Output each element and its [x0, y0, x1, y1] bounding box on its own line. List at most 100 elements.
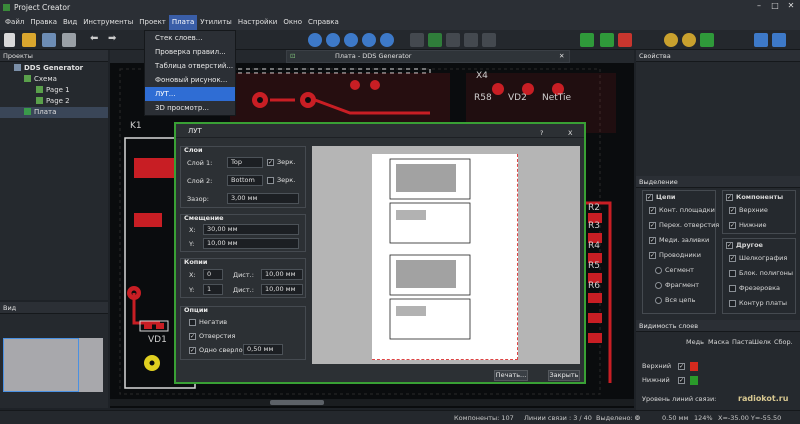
grid-net-icon[interactable] [464, 33, 478, 47]
one-drill-input[interactable]: 0,50 мм [243, 344, 283, 355]
copies-dx-input[interactable]: 10,00 мм [261, 269, 303, 280]
negative-checkbox[interactable] [189, 319, 196, 326]
menu-item-design-rules[interactable]: Проверка правил... [145, 45, 235, 59]
tracks-checkbox[interactable]: ✓ [649, 252, 656, 259]
fragment-radio[interactable] [655, 282, 662, 289]
close-button[interactable]: Закрыть [548, 370, 580, 381]
menu-item-background[interactable]: Фоновый рисунок... [145, 73, 235, 87]
title-bar: Project Creator – □ ✕ [0, 0, 800, 15]
menu-item-3d-view[interactable]: 3D просмотр... [145, 101, 235, 115]
pad-icon[interactable] [682, 33, 696, 47]
silkscreen-checkbox[interactable]: ✓ [729, 255, 736, 262]
route-icon[interactable] [618, 33, 632, 47]
horizontal-scrollbar[interactable] [110, 399, 634, 406]
gap-input[interactable]: 3,00 мм [227, 193, 299, 204]
holes-checkbox[interactable]: ✓ [189, 333, 196, 340]
whole-net-radio[interactable] [655, 297, 662, 304]
print-icon[interactable] [62, 33, 76, 47]
tree-item-page2[interactable]: Page 2 [0, 96, 108, 107]
other-checkbox[interactable]: ✓ [726, 242, 733, 249]
scrollbar-thumb[interactable] [270, 400, 324, 405]
open-folder-icon[interactable] [22, 33, 36, 47]
menu-item-layer-stack[interactable]: Стек слоев... [145, 31, 235, 45]
layers-title: Слои [184, 146, 203, 154]
zoom-in-icon[interactable] [308, 33, 322, 47]
undo-icon[interactable]: ⬅ [90, 33, 104, 47]
tree-item-project[interactable]: DDS Generator [0, 63, 108, 74]
grid-drc-icon[interactable] [482, 33, 496, 47]
top-components-checkbox[interactable]: ✓ [729, 207, 736, 214]
minimize-icon[interactable]: – [752, 1, 766, 13]
measure-icon[interactable] [772, 33, 786, 47]
chains-checkbox[interactable]: ✓ [646, 194, 653, 201]
top-copper-color[interactable] [690, 362, 698, 371]
menu-item-drill-table[interactable]: Таблица отверстий... [145, 59, 235, 73]
menu-view[interactable]: Вид [60, 15, 80, 30]
save-icon[interactable] [42, 33, 56, 47]
offset-y-input[interactable]: 10,00 мм [203, 238, 299, 249]
grid-gen-icon[interactable] [428, 33, 442, 47]
zoom-out-icon[interactable] [326, 33, 340, 47]
tree-item-schematic[interactable]: Схема [0, 74, 108, 85]
keepout-checkbox[interactable] [729, 270, 736, 277]
vias-checkbox[interactable]: ✓ [649, 222, 656, 229]
pads-checkbox[interactable]: ✓ [649, 207, 656, 214]
status-zoom: 124% [694, 414, 713, 422]
menu-utilities[interactable]: Утилиты [197, 15, 235, 30]
offset-x-input[interactable]: 30,00 мм [203, 224, 299, 235]
menu-settings[interactable]: Настройки [235, 15, 281, 30]
layer2-select[interactable]: Bottom [227, 175, 263, 186]
menu-board[interactable]: Плата [168, 15, 198, 30]
zoom-window-icon[interactable] [362, 33, 376, 47]
menu-item-lut[interactable]: ЛУТ... [145, 87, 235, 101]
mirror1-checkbox[interactable]: ✓ [267, 159, 274, 166]
tree-item-page1[interactable]: Page 1 [0, 85, 108, 96]
via-icon[interactable] [664, 33, 678, 47]
line-icon[interactable] [754, 33, 768, 47]
layer-bottom-icon[interactable] [600, 33, 614, 47]
zoom-fit-icon[interactable] [344, 33, 358, 47]
menu-tools[interactable]: Инструменты [80, 15, 136, 30]
menu-edit[interactable]: Правка [27, 15, 60, 30]
copper-fill-checkbox[interactable]: ✓ [649, 237, 656, 244]
mirror2-checkbox[interactable] [267, 177, 274, 184]
copies-y-input[interactable]: 1 [203, 284, 223, 295]
copper-area-icon[interactable] [700, 33, 714, 47]
redo-icon[interactable]: ➡ [108, 33, 122, 47]
layer-top-icon[interactable] [580, 33, 594, 47]
help-button[interactable]: ? [540, 126, 543, 140]
bottom-components-checkbox[interactable]: ✓ [729, 222, 736, 229]
maximize-icon[interactable]: □ [768, 1, 782, 13]
tracks-label: Проводники [659, 251, 701, 259]
copies-x-input[interactable]: 0 [203, 269, 223, 280]
document-tab-label: Плата - DDS Generator [335, 52, 412, 60]
layer-visibility-title: Видимость слоев [636, 320, 800, 332]
one-drill-checkbox[interactable]: ✓ [189, 347, 196, 354]
menu-window[interactable]: Окно [280, 15, 305, 30]
segment-radio[interactable] [655, 267, 662, 274]
menu-project[interactable]: Проект [136, 15, 169, 30]
grid-cmp-icon[interactable] [446, 33, 460, 47]
top-copper-checkbox[interactable]: ✓ [678, 363, 685, 370]
row-top: Верхний [642, 362, 672, 370]
board-outline-checkbox[interactable] [729, 300, 736, 307]
layer1-select[interactable]: Top [227, 157, 263, 168]
viewport-frame[interactable] [3, 338, 79, 392]
bottom-copper-color[interactable] [690, 376, 698, 385]
grid-mm-icon[interactable] [410, 33, 424, 47]
close-icon[interactable]: ✕ [784, 1, 798, 13]
bottom-copper-checkbox[interactable]: ✓ [678, 377, 685, 384]
projects-panel: Проекты DDS Generator Схема Page 1 Page … [0, 50, 108, 300]
copies-dy-input[interactable]: 10,00 мм [261, 284, 303, 295]
tab-close-icon[interactable]: ✕ [559, 52, 564, 60]
tree-item-board[interactable]: Плата [0, 107, 108, 118]
menu-file[interactable]: Файл [2, 15, 27, 30]
dialog-close-icon[interactable]: X [568, 126, 572, 140]
milling-checkbox[interactable] [729, 285, 736, 292]
menu-help[interactable]: Справка [305, 15, 342, 30]
components-checkbox[interactable]: ✓ [726, 194, 733, 201]
zoom-area-icon[interactable] [380, 33, 394, 47]
new-file-icon[interactable] [4, 33, 15, 47]
print-button[interactable]: Печать... [494, 370, 528, 381]
document-tab[interactable]: ⊡ Плата - DDS Generator ✕ [286, 50, 570, 63]
